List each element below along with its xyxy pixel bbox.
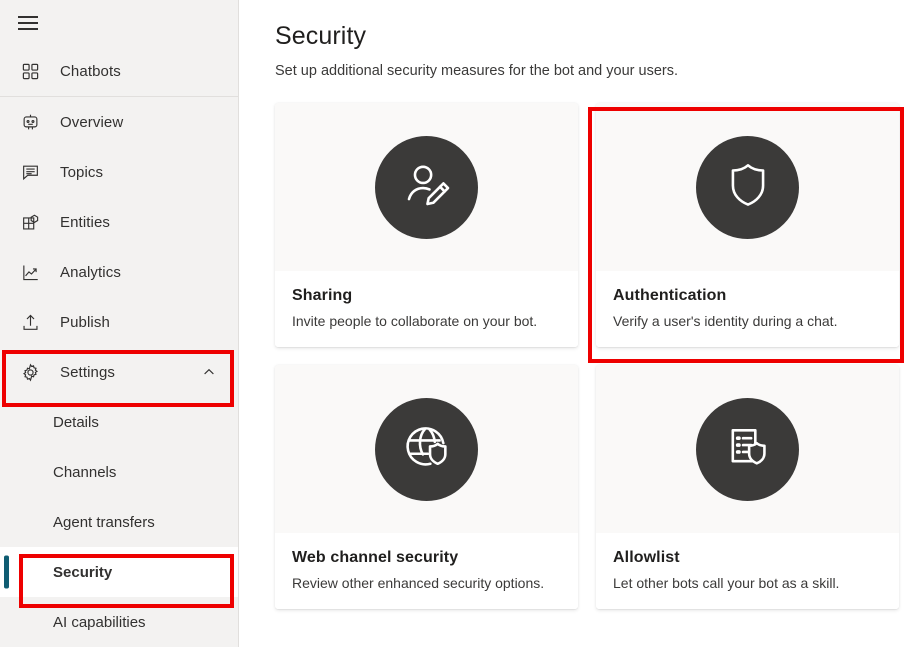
sidebar-item-analytics[interactable]: Analytics [0, 247, 238, 297]
shield-icon [721, 158, 775, 217]
list-shield-icon [721, 420, 775, 479]
card-web-channel-security-body: Web channel security Review other enhanc… [275, 533, 578, 609]
chevron-up-icon[interactable] [202, 365, 216, 379]
card-web-channel-security-description: Review other enhanced security options. [292, 575, 561, 591]
page-title: Security [275, 22, 911, 51]
person-edit-icon [400, 158, 454, 217]
card-sharing-media [275, 103, 578, 271]
sidebar-item-entities[interactable]: Entities [0, 197, 238, 247]
card-sharing[interactable]: Sharing Invite people to collaborate on … [275, 103, 578, 347]
sidebar-item-overview[interactable]: Overview [0, 97, 238, 147]
sidebar-subitem-ai-capabilities-label: AI capabilities [53, 614, 146, 631]
sidebar-subitem-details[interactable]: Details [0, 397, 238, 447]
sidebar-subitem-details-label: Details [53, 414, 99, 431]
app-root: Chatbots Overview [0, 0, 911, 647]
bot-icon [18, 110, 42, 134]
main-content: Security Set up additional security meas… [239, 0, 911, 647]
sidebar-item-topics[interactable]: Topics [0, 147, 238, 197]
sidebar-item-overview-label: Overview [60, 114, 123, 131]
sidebar-subitem-security[interactable]: Security [0, 547, 238, 597]
sidebar-subitem-agent-transfers-label: Agent transfers [53, 514, 155, 531]
card-authentication-title: Authentication [613, 287, 882, 305]
hamburger-icon[interactable] [18, 16, 38, 30]
card-sharing-icon-circle [375, 136, 478, 239]
chat-icon [18, 160, 42, 184]
card-web-channel-security[interactable]: Web channel security Review other enhanc… [275, 365, 578, 609]
gear-icon [18, 360, 42, 384]
sidebar-item-topics-label: Topics [60, 164, 103, 181]
sidebar-item-chatbots[interactable]: Chatbots [0, 46, 238, 96]
card-allowlist[interactable]: Allowlist Let other bots call your bot a… [596, 365, 899, 609]
card-allowlist-description: Let other bots call your bot as a skill. [613, 575, 882, 591]
upload-icon [18, 310, 42, 334]
sidebar-subitem-security-label: Security [53, 564, 112, 581]
sidebar-subitem-channels-label: Channels [53, 464, 116, 481]
sidebar-item-publish-label: Publish [60, 314, 110, 331]
sidebar: Chatbots Overview [0, 0, 239, 647]
card-sharing-description: Invite people to collaborate on your bot… [292, 313, 561, 329]
chart-line-icon [18, 260, 42, 284]
sidebar-item-settings[interactable]: Settings [0, 347, 238, 397]
selection-indicator [4, 556, 9, 589]
sidebar-item-analytics-label: Analytics [60, 264, 121, 281]
grid-icon [18, 59, 42, 83]
card-allowlist-body: Allowlist Let other bots call your bot a… [596, 533, 899, 609]
card-authentication-icon-circle [696, 136, 799, 239]
card-allowlist-icon-circle [696, 398, 799, 501]
sidebar-item-settings-label: Settings [60, 364, 115, 381]
card-authentication-media [596, 103, 899, 271]
entities-icon [18, 210, 42, 234]
card-sharing-title: Sharing [292, 287, 561, 305]
card-web-channel-security-icon-circle [375, 398, 478, 501]
card-web-channel-security-media [275, 365, 578, 533]
card-web-channel-security-title: Web channel security [292, 549, 561, 567]
card-allowlist-title: Allowlist [613, 549, 882, 567]
page-subtitle: Set up additional security measures for … [275, 63, 911, 79]
globe-shield-icon [400, 420, 454, 479]
sidebar-item-publish[interactable]: Publish [0, 297, 238, 347]
security-card-grid: Sharing Invite people to collaborate on … [275, 103, 911, 609]
sidebar-subitem-agent-transfers[interactable]: Agent transfers [0, 497, 238, 547]
sidebar-subitem-channels[interactable]: Channels [0, 447, 238, 497]
sidebar-header [0, 0, 238, 46]
sidebar-subitem-ai-capabilities[interactable]: AI capabilities [0, 597, 238, 647]
card-allowlist-media [596, 365, 899, 533]
card-authentication[interactable]: Authentication Verify a user's identity … [596, 103, 899, 347]
sidebar-item-chatbots-label: Chatbots [60, 63, 121, 80]
card-sharing-body: Sharing Invite people to collaborate on … [275, 271, 578, 347]
card-authentication-description: Verify a user's identity during a chat. [613, 313, 882, 329]
sidebar-item-entities-label: Entities [60, 214, 110, 231]
card-authentication-body: Authentication Verify a user's identity … [596, 271, 899, 347]
